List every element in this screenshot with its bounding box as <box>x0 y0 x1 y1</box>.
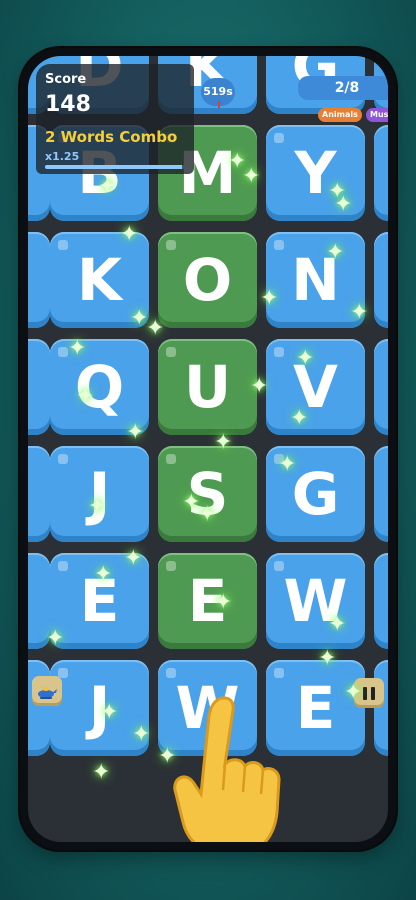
edge-tile <box>28 339 50 435</box>
edge-tile <box>374 339 388 435</box>
tile-corner-dot <box>274 347 284 357</box>
tile-corner-dot <box>166 240 176 250</box>
tile-corner-dot <box>274 454 284 464</box>
tile-letter: U <box>183 353 232 421</box>
tile-corner-dot <box>58 561 68 571</box>
category-tag-animals: Animals <box>318 108 362 122</box>
letter-tile[interactable]: Q <box>50 339 149 435</box>
letter-tile[interactable]: N <box>266 232 365 328</box>
edge-tile <box>28 553 50 649</box>
tile-corner-dot <box>58 668 68 678</box>
tile-corner-dot <box>166 561 176 571</box>
combo-progress-bar <box>45 165 189 169</box>
edge-tile <box>374 232 388 328</box>
pause-icon <box>361 686 377 700</box>
tile-corner-dot <box>274 561 284 571</box>
tile-letter: N <box>291 246 340 314</box>
letter-tile[interactable]: J <box>50 660 149 756</box>
letter-tile[interactable]: E <box>50 553 149 649</box>
pause-button[interactable] <box>354 678 384 708</box>
combo-multiplier: x1.25 <box>45 150 80 163</box>
letter-tile[interactable]: W <box>266 553 365 649</box>
tile-letter: E <box>295 674 336 742</box>
timer-value: 519s <box>203 85 233 98</box>
score-panel: Score 148 2 Words Combo x1.25 <box>36 64 194 174</box>
edge-tile <box>374 660 388 756</box>
letter-tile[interactable]: V <box>266 339 365 435</box>
letter-tile[interactable]: G <box>266 446 365 542</box>
tile-letter: Y <box>294 139 337 207</box>
letter-tile[interactable]: K <box>50 232 149 328</box>
score-label: Score <box>45 72 87 87</box>
tile-letter: E <box>187 567 228 635</box>
tile-letter: E <box>79 567 120 635</box>
tile-letter: S <box>186 460 229 528</box>
letter-tile[interactable]: U <box>158 339 257 435</box>
genie-lamp-icon <box>38 687 57 699</box>
tile-letter: V <box>293 353 338 421</box>
tile-corner-dot <box>58 240 68 250</box>
tile-letter: J <box>88 460 111 528</box>
game-screen: DKGBMYKONQUVJSGEEWJWE Score 148 2 Words … <box>28 56 388 842</box>
combo-text: 2 Words Combo <box>45 128 178 146</box>
timer-needle <box>218 101 220 108</box>
tile-corner-dot <box>274 240 284 250</box>
edge-tile <box>374 553 388 649</box>
edge-tile <box>374 446 388 542</box>
letter-tile[interactable]: J <box>50 446 149 542</box>
letter-tile[interactable]: W <box>158 660 257 756</box>
letter-tile[interactable]: S <box>158 446 257 542</box>
edge-tile <box>374 125 388 221</box>
timer-badge: 519s <box>201 78 235 108</box>
tile-letter: K <box>77 246 122 314</box>
tile-corner-dot <box>58 454 68 464</box>
tile-corner-dot <box>274 133 284 143</box>
letter-tile[interactable]: E <box>266 660 365 756</box>
category-tag-music: Music <box>366 108 388 122</box>
score-value: 148 <box>45 92 91 117</box>
phone-frame: DKGBMYKONQUVJSGEEWJWE Score 148 2 Words … <box>20 48 396 850</box>
letter-tile[interactable]: E <box>158 553 257 649</box>
hint-button[interactable] <box>32 676 62 706</box>
tile-corner-dot <box>58 347 68 357</box>
edge-tile <box>28 446 50 542</box>
tile-letter: W <box>283 567 348 635</box>
letter-tile[interactable]: Y <box>266 125 365 221</box>
tile-letter: W <box>175 674 240 742</box>
tile-corner-dot <box>274 668 284 678</box>
tile-corner-dot <box>166 454 176 464</box>
combo-progress-fill <box>45 165 182 169</box>
letter-tile[interactable]: O <box>158 232 257 328</box>
edge-tile <box>28 232 50 328</box>
tile-letter: G <box>291 460 340 528</box>
tile-corner-dot <box>166 347 176 357</box>
tile-letter: O <box>182 246 233 314</box>
tile-corner-dot <box>166 668 176 678</box>
tile-letter: J <box>88 674 111 742</box>
edge-tile <box>28 660 50 756</box>
tile-letter: Q <box>74 353 125 421</box>
word-progress: 2/8 <box>298 76 388 100</box>
